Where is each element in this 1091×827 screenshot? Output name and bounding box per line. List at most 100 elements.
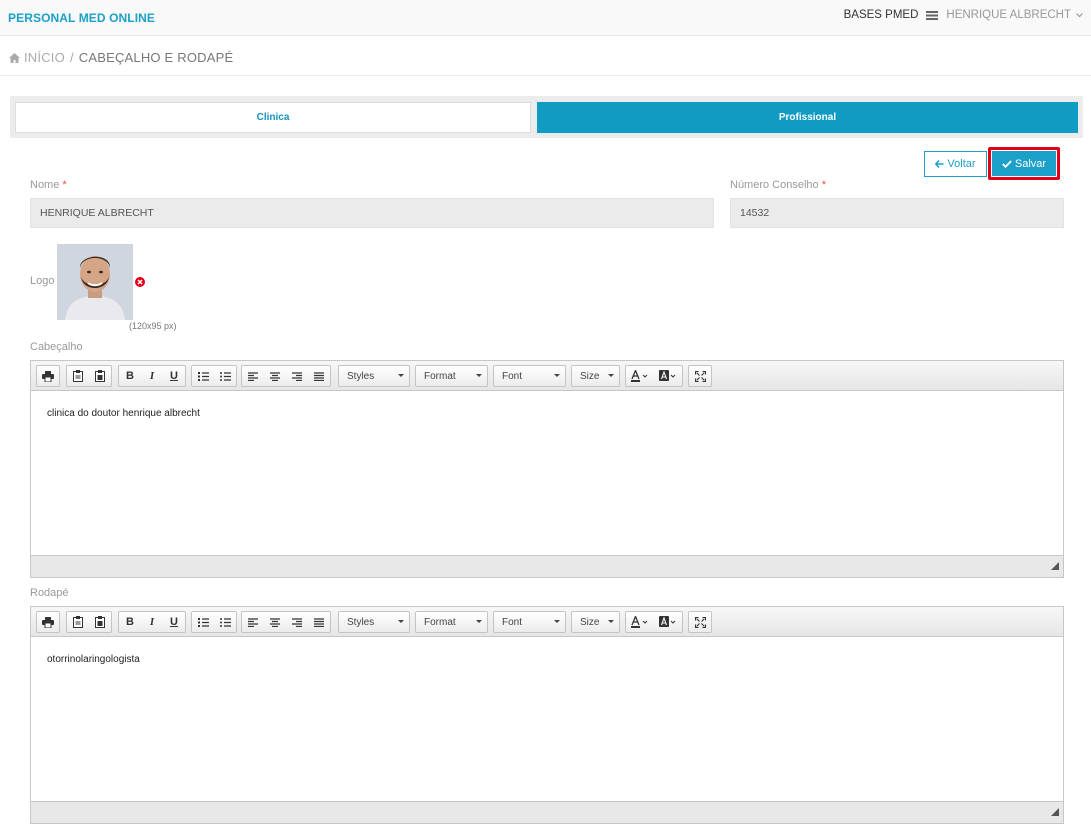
print-icon[interactable] — [37, 612, 59, 632]
brand-logo[interactable]: PERSONAL MED ONLINE — [8, 11, 155, 25]
format-label: Format — [424, 616, 456, 628]
print-group — [36, 365, 60, 387]
color-group — [625, 611, 683, 633]
tab-clinica[interactable]: Clinica — [15, 102, 531, 133]
footer-editor-content[interactable]: otorrinolaringologista — [31, 638, 1063, 681]
footer-editor-toolbar: B I U Styles Format Font Size — [31, 607, 1063, 637]
breadcrumb-current: CABEÇALHO E RODAPÉ — [78, 50, 234, 65]
print-icon[interactable] — [37, 366, 59, 386]
header-editor-statusbar — [31, 555, 1063, 577]
logo-image[interactable] — [57, 244, 133, 320]
align-justify-icon[interactable] — [308, 366, 330, 386]
font-dropdown[interactable]: Font — [493, 365, 566, 387]
styles-label: Styles — [347, 616, 375, 628]
home-icon — [9, 52, 20, 63]
bold-button[interactable]: B — [119, 366, 141, 386]
nome-field[interactable]: HENRIQUE ALBRECHT — [30, 198, 714, 228]
nome-label: Nome * — [30, 179, 67, 191]
text-color-icon[interactable] — [626, 366, 654, 386]
resize-handle-icon[interactable] — [1051, 559, 1059, 573]
align-center-icon[interactable] — [264, 612, 286, 632]
conselho-label: Número Conselho * — [730, 179, 826, 191]
size-dropdown[interactable]: Size — [571, 365, 620, 387]
bold-button[interactable]: B — [119, 612, 141, 632]
top-right-menu: BASES PMED HENRIQUE ALBRECHT — [844, 8, 1083, 22]
italic-button[interactable]: I — [141, 366, 163, 386]
user-menu[interactable]: HENRIQUE ALBRECHT — [946, 9, 1071, 21]
resize-handle-icon[interactable] — [1051, 805, 1059, 819]
breadcrumb-home-label[interactable]: INÍCIO — [24, 50, 65, 65]
conselho-field[interactable]: 14532 — [730, 198, 1064, 228]
paste-group — [66, 611, 112, 633]
bases-link[interactable]: BASES PMED — [844, 9, 919, 21]
logo-dimensions: (120x95 px) — [129, 321, 177, 331]
breadcrumb-home[interactable]: INÍCIO — [9, 50, 65, 65]
underline-button[interactable]: U — [163, 612, 185, 632]
breadcrumb: INÍCIO / CABEÇALHO E RODAPÉ — [9, 50, 233, 65]
format-dropdown[interactable]: Format — [415, 365, 488, 387]
styles-label: Styles — [347, 370, 375, 382]
align-justify-icon[interactable] — [308, 612, 330, 632]
footer-label: Rodapé — [30, 587, 69, 599]
align-group — [241, 611, 331, 633]
italic-button[interactable]: I — [141, 612, 163, 632]
paste-group — [66, 365, 112, 387]
font-label: Font — [502, 370, 523, 382]
format-dropdown[interactable]: Format — [415, 611, 488, 633]
numbered-list-icon[interactable] — [192, 612, 214, 632]
size-label: Size — [580, 616, 600, 628]
styles-dropdown[interactable]: Styles — [338, 365, 410, 387]
chevron-down-icon[interactable] — [1076, 10, 1083, 21]
list-group — [191, 365, 237, 387]
format-label: Format — [424, 370, 456, 382]
numbered-list-icon[interactable] — [192, 366, 214, 386]
conselho-label-text: Número Conselho — [730, 179, 819, 191]
tab-profissional[interactable]: Profissional — [537, 102, 1078, 133]
tab-bar: Clinica Profissional — [10, 96, 1083, 138]
back-button-label: Voltar — [947, 158, 976, 170]
format-group: B I U — [118, 365, 186, 387]
size-label: Size — [580, 370, 600, 382]
top-bar: PERSONAL MED ONLINE BASES PMED HENRIQUE … — [0, 0, 1091, 36]
remove-icon[interactable] — [135, 276, 145, 290]
save-button[interactable]: Salvar — [992, 151, 1056, 176]
footer-editor-statusbar — [31, 801, 1063, 823]
align-left-icon[interactable] — [242, 366, 264, 386]
bulleted-list-icon[interactable] — [214, 612, 236, 632]
maximize-icon[interactable] — [689, 366, 711, 386]
arrow-left-icon — [935, 160, 944, 168]
text-color-icon[interactable] — [626, 612, 654, 632]
back-button[interactable]: Voltar — [924, 151, 987, 177]
background-color-icon[interactable] — [654, 366, 682, 386]
paste-text-icon[interactable] — [89, 612, 111, 632]
align-right-icon[interactable] — [286, 366, 308, 386]
header-editor-content[interactable]: clinica do doutor henrique albrecht — [31, 392, 1063, 435]
size-dropdown[interactable]: Size — [571, 611, 620, 633]
color-group — [625, 365, 683, 387]
paste-icon[interactable] — [67, 366, 89, 386]
header-editor-toolbar: B I U Styles Format Font Size — [31, 361, 1063, 391]
align-right-icon[interactable] — [286, 612, 308, 632]
paste-icon[interactable] — [67, 612, 89, 632]
font-dropdown[interactable]: Font — [493, 611, 566, 633]
paste-text-icon[interactable] — [89, 366, 111, 386]
bulleted-list-icon[interactable] — [214, 366, 236, 386]
logo-label: Logo — [30, 275, 55, 287]
list-group — [191, 611, 237, 633]
maximize-group — [688, 365, 712, 387]
maximize-icon[interactable] — [689, 612, 711, 632]
background-color-icon[interactable] — [654, 612, 682, 632]
nome-value: HENRIQUE ALBRECHT — [40, 207, 154, 219]
align-group — [241, 365, 331, 387]
nome-label-text: Nome — [30, 179, 60, 191]
font-label: Font — [502, 616, 523, 628]
underline-button[interactable]: U — [163, 366, 185, 386]
footer-editor: B I U Styles Format Font Size otorrinola… — [30, 606, 1064, 824]
breadcrumb-separator: / — [69, 50, 74, 65]
database-icon[interactable] — [926, 10, 939, 20]
styles-dropdown[interactable]: Styles — [338, 611, 410, 633]
align-center-icon[interactable] — [264, 366, 286, 386]
conselho-value: 14532 — [740, 207, 770, 219]
align-left-icon[interactable] — [242, 612, 264, 632]
check-icon — [1002, 159, 1012, 168]
